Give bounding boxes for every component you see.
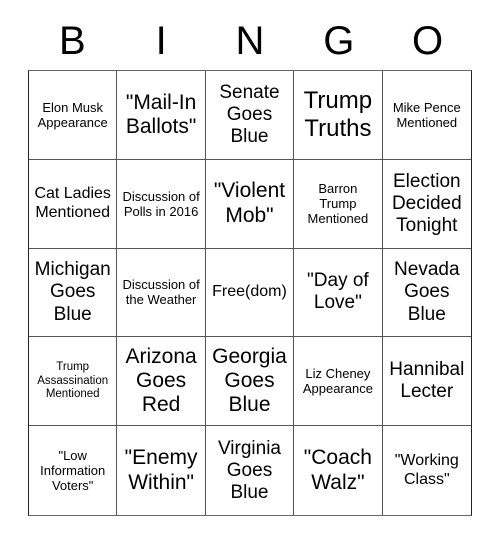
bingo-cell-label: "Day of Love": [307, 270, 369, 314]
bingo-cell-label: "Working Class": [394, 452, 459, 488]
bingo-cell[interactable]: Discussion of the Weather: [117, 248, 206, 338]
bingo-cell-label: "Violent Mob": [213, 179, 286, 227]
bingo-cell-label: Michigan Goes Blue: [34, 259, 111, 325]
bingo-cell[interactable]: Michigan Goes Blue: [29, 248, 118, 338]
bingo-cell-label: Nevada Goes Blue: [394, 259, 460, 325]
bingo-cell-label: Hannibal Lecter: [389, 359, 465, 403]
bingo-free-space-cell[interactable]: Free(dom): [205, 248, 295, 338]
bingo-cell-label: Elon Musk Appearance: [37, 99, 108, 130]
bingo-cell[interactable]: "Day of Love": [294, 248, 383, 338]
bingo-cell-label: Trump Assassination Mentioned: [37, 361, 109, 400]
bingo-card: B I N G O Elon Musk Appearance "Mail-In …: [28, 12, 472, 516]
bingo-cell-label: "Low Information Voters": [40, 447, 106, 494]
bingo-cell[interactable]: Trump Assassination Mentioned: [29, 337, 118, 427]
bingo-cell-label: Discussion of the Weather: [122, 277, 200, 308]
bingo-cell[interactable]: Election Decided Tonight: [382, 159, 471, 249]
header-letter-i: I: [155, 19, 167, 63]
bingo-cell[interactable]: Georgia Goes Blue: [205, 337, 295, 427]
bingo-cell-label: Discussion of Polls in 2016: [122, 188, 200, 219]
bingo-cell[interactable]: Liz Cheney Appearance: [294, 337, 383, 427]
bingo-cell-label: Mike Pence Mentioned: [392, 99, 461, 130]
bingo-header: B I N G O: [28, 12, 472, 70]
bingo-cell-label: Virginia Goes Blue: [217, 437, 281, 503]
bingo-cell[interactable]: Cat Ladies Mentioned: [29, 159, 118, 249]
bingo-cell-label: Georgia Goes Blue: [212, 344, 287, 417]
bingo-cell[interactable]: Senate Goes Blue: [205, 71, 295, 160]
bingo-cell-label: "Enemy Within": [124, 446, 198, 494]
bingo-cell[interactable]: "Low Information Voters": [29, 426, 118, 515]
header-letter-g: G: [323, 19, 355, 63]
bingo-cell[interactable]: Virginia Goes Blue: [205, 426, 295, 515]
bingo-cell[interactable]: "Working Class": [382, 426, 471, 515]
bingo-cell[interactable]: Trump Truths: [294, 71, 383, 160]
bingo-cell[interactable]: Hannibal Lecter: [382, 337, 471, 427]
bingo-cell-label: Cat Ladies Mentioned: [34, 185, 111, 221]
bingo-cell[interactable]: Barron Trump Mentioned: [294, 159, 383, 249]
header-letter-o: O: [412, 19, 444, 63]
bingo-free-space-label: Free(dom): [212, 283, 287, 301]
bingo-cell[interactable]: Nevada Goes Blue: [382, 248, 471, 338]
bingo-cell-label: Trump Truths: [303, 87, 373, 142]
bingo-cell[interactable]: Discussion of Polls in 2016: [117, 159, 206, 249]
bingo-cell-label: "Mail-In Ballots": [125, 90, 197, 138]
bingo-cell[interactable]: "Coach Walz": [294, 426, 383, 515]
bingo-cell-label: Arizona Goes Red: [125, 344, 197, 417]
bingo-cell-label: Liz Cheney Appearance: [302, 366, 373, 397]
header-letter-n: N: [235, 19, 265, 63]
bingo-grid: Elon Musk Appearance "Mail-In Ballots" S…: [28, 70, 472, 516]
header-letter-b: B: [59, 19, 86, 63]
bingo-cell[interactable]: Arizona Goes Red: [117, 337, 206, 427]
bingo-cell-label: "Coach Walz": [303, 446, 372, 494]
bingo-cell-label: Barron Trump Mentioned: [307, 181, 369, 227]
bingo-cell-label: Senate Goes Blue: [219, 81, 280, 147]
bingo-cell[interactable]: "Enemy Within": [117, 426, 206, 515]
bingo-cell-label: Election Decided Tonight: [391, 170, 462, 236]
bingo-cell[interactable]: Mike Pence Mentioned: [382, 71, 471, 160]
bingo-cell[interactable]: "Mail-In Ballots": [117, 71, 206, 160]
bingo-cell[interactable]: Elon Musk Appearance: [29, 71, 118, 160]
bingo-cell[interactable]: "Violent Mob": [205, 159, 295, 249]
